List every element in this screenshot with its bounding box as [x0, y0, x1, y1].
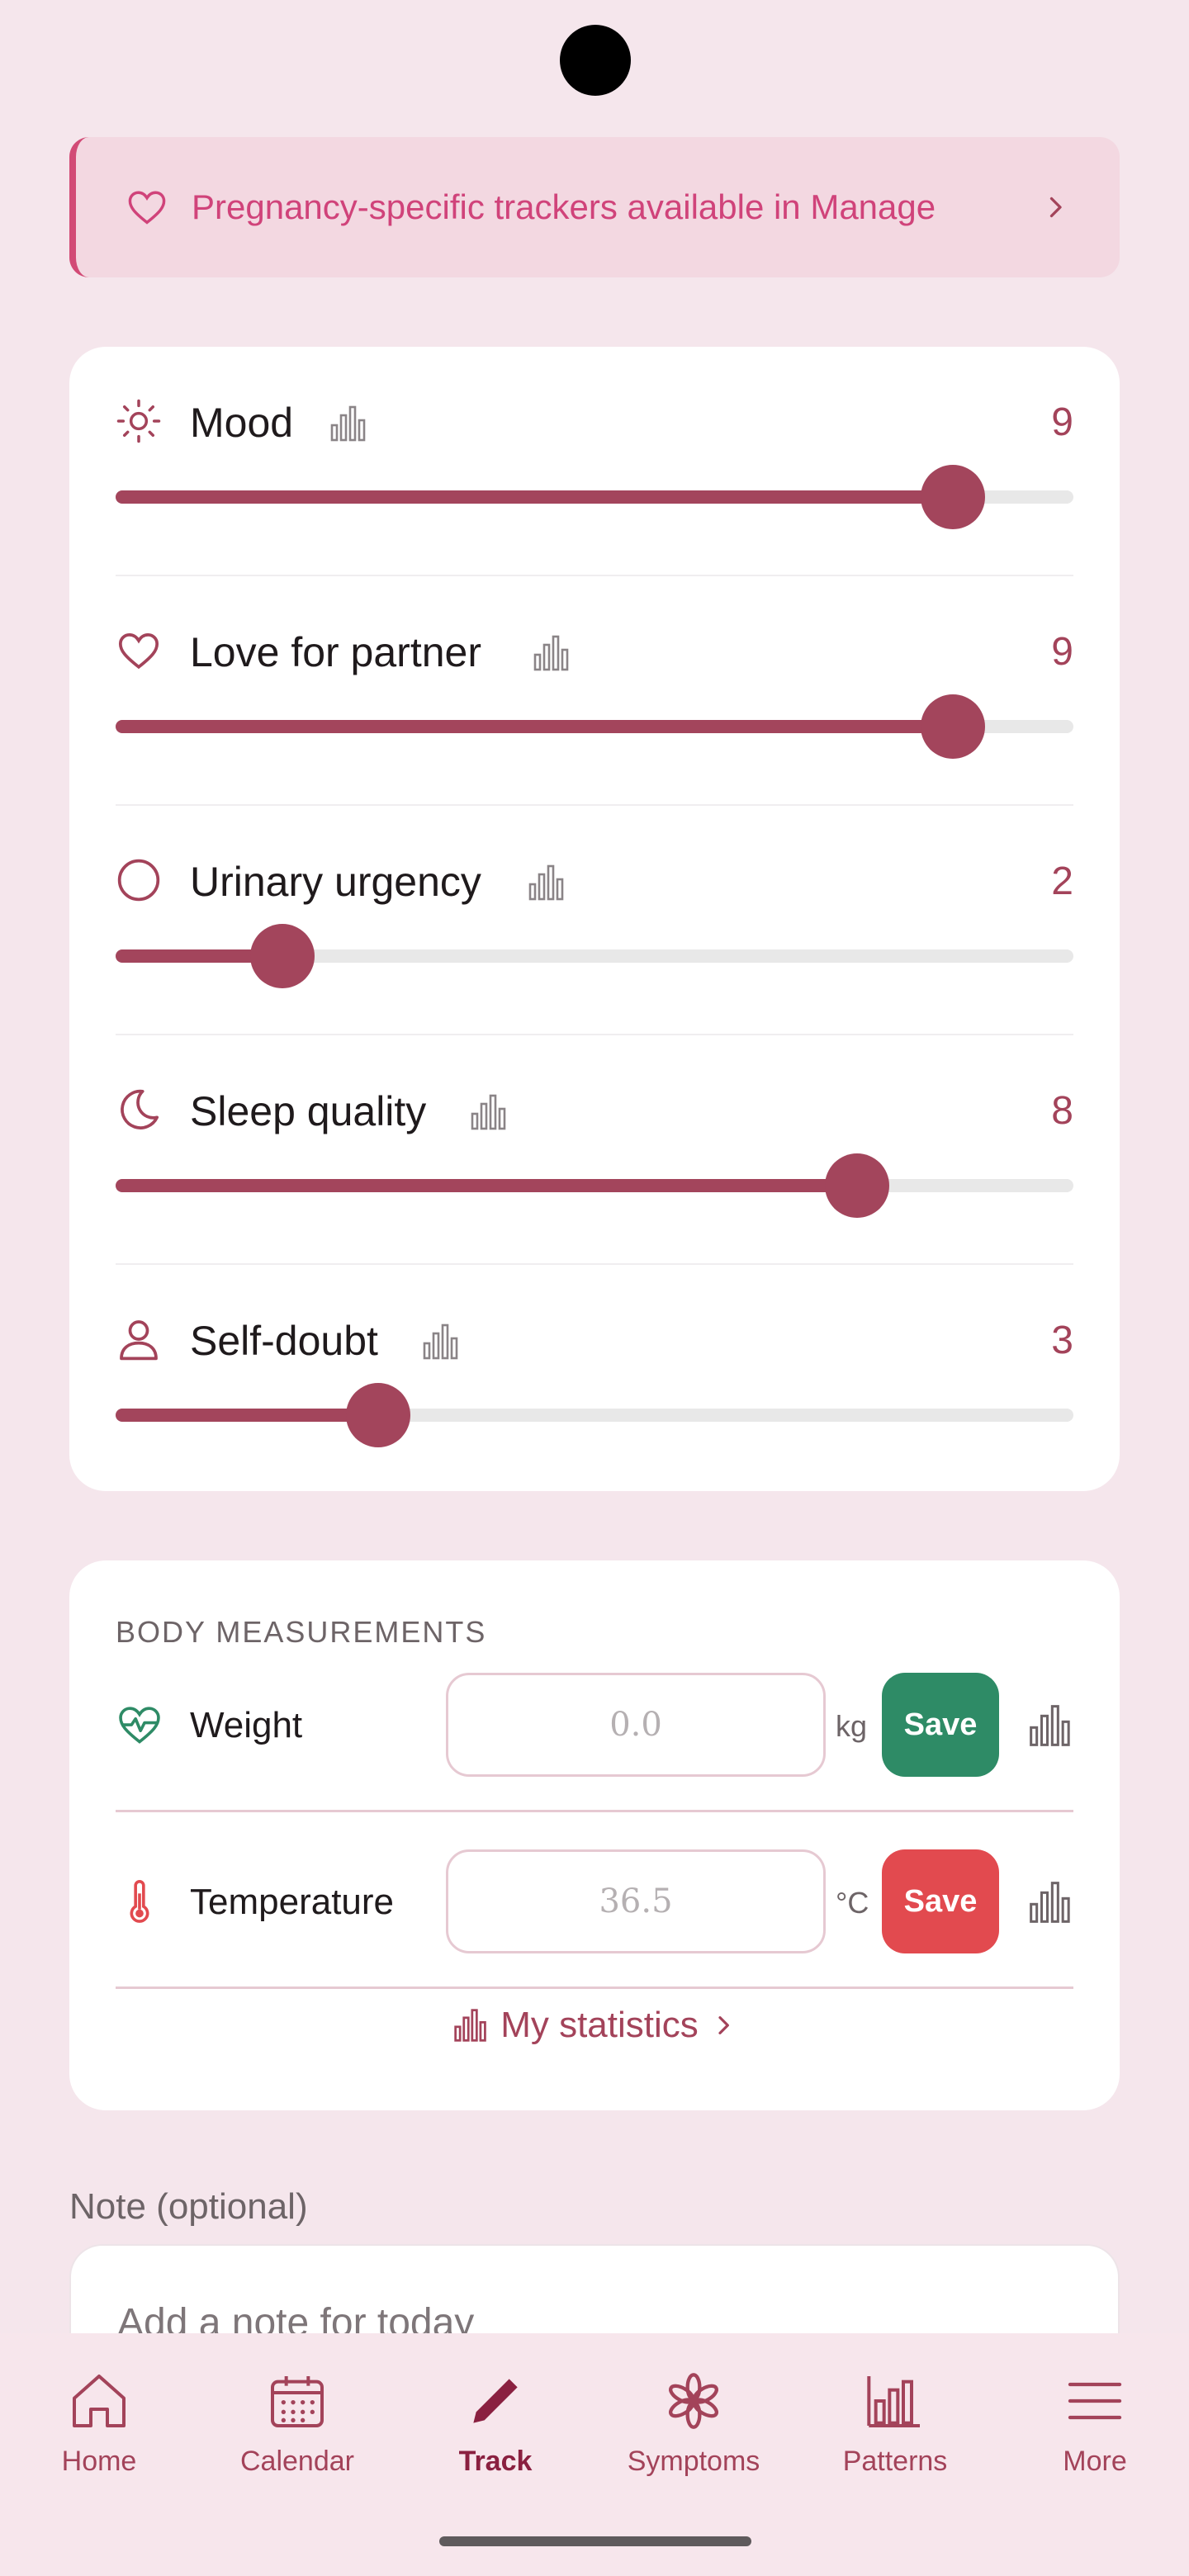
sun-icon	[116, 399, 161, 443]
tracker-name: Urinary urgency	[190, 859, 481, 905]
nav-home[interactable]: Home	[0, 2368, 198, 2478]
heart-icon	[118, 632, 159, 670]
temperature-row: Temperature 36.5 °C Save	[116, 1849, 1073, 1957]
circle-icon	[117, 859, 160, 902]
temperature-unit: °C	[836, 1886, 869, 1920]
slider-thumb[interactable]	[346, 1383, 410, 1447]
bar-chart-icon[interactable]	[421, 1321, 461, 1362]
chevron-right-icon	[718, 2016, 729, 2034]
slider-thumb[interactable]	[825, 1153, 889, 1218]
divider	[116, 1986, 1073, 1989]
slider-fill	[116, 490, 953, 504]
calendar-icon	[271, 2376, 324, 2427]
slider-fill	[116, 720, 953, 733]
my-statistics-link[interactable]: My statistics	[69, 2005, 1120, 2046]
nav-symptoms[interactable]: Symptoms	[594, 2368, 793, 2478]
my-statistics-label: My statistics	[500, 2005, 699, 2045]
nav-label: Calendar	[240, 2446, 354, 2477]
save-temperature-button[interactable]: Save	[882, 1849, 999, 1953]
moon-icon	[121, 1089, 159, 1129]
menu-icon	[1068, 2382, 1122, 2420]
home-indicator[interactable]	[439, 2536, 751, 2546]
banner-text: Pregnancy-specific trackers available in…	[192, 187, 936, 226]
bar-chart-icon[interactable]	[1027, 1701, 1073, 1750]
tracker-name: Mood	[190, 400, 294, 446]
weight-unit: kg	[836, 1709, 868, 1743]
camera-cutout	[560, 25, 631, 96]
nav-patterns[interactable]: Patterns	[796, 2368, 994, 2478]
nav-more[interactable]: More	[996, 2368, 1189, 2478]
bar-chart-icon[interactable]	[532, 632, 571, 674]
sleep-quality-slider[interactable]	[116, 1153, 1073, 1218]
trackers-card: Mood 9 Love for partner 9 Urinary urgenc…	[69, 347, 1120, 1491]
thermometer-icon	[130, 1880, 149, 1923]
tracker-urinary-urgency: Urinary urgency 2	[116, 806, 1073, 1035]
tracker-name: Self-doubt	[190, 1318, 378, 1364]
temperature-input[interactable]: 36.5	[446, 1849, 826, 1953]
tracker-name: Sleep quality	[190, 1088, 427, 1134]
tracker-value: 9	[1051, 400, 1073, 444]
chevron-right-icon	[1049, 197, 1062, 218]
tracker-sleep-quality: Sleep quality 8	[116, 1035, 1073, 1265]
mood-slider[interactable]	[116, 465, 1073, 529]
tracker-value: 8	[1051, 1089, 1073, 1133]
tracker-value: 9	[1051, 630, 1073, 674]
nav-label: Track	[458, 2446, 533, 2477]
weight-row: Weight 0.0 kg Save	[116, 1673, 1073, 1780]
pencil-icon	[473, 2379, 518, 2423]
heart-pulse-icon	[119, 1707, 160, 1744]
tracker-value: 3	[1051, 1319, 1073, 1362]
tracker-self-doubt: Self-doubt 3	[116, 1265, 1073, 1494]
heart-icon	[128, 191, 166, 225]
nav-label: Symptoms	[627, 2446, 760, 2477]
urinary-urgency-slider[interactable]	[116, 924, 1073, 988]
slider-thumb[interactable]	[921, 465, 985, 529]
tracker-name: Love for partner	[190, 629, 481, 675]
nav-calendar[interactable]: Calendar	[198, 2368, 396, 2478]
weight-input[interactable]: 0.0	[446, 1673, 826, 1777]
pregnancy-trackers-banner[interactable]: Pregnancy-specific trackers available in…	[69, 137, 1120, 277]
bar-chart-icon	[867, 2376, 920, 2427]
section-title: BODY MEASUREMENTS	[116, 1615, 487, 1649]
weight-label: Weight	[190, 1705, 303, 1745]
asterisk-icon	[669, 2373, 718, 2429]
self-doubt-slider[interactable]	[116, 1383, 1073, 1447]
slider-thumb[interactable]	[921, 694, 985, 759]
tracker-value: 2	[1051, 859, 1073, 903]
nav-label: Patterns	[842, 2446, 948, 2477]
bar-chart-icon[interactable]	[469, 1091, 509, 1133]
bar-chart-icon[interactable]	[1027, 1878, 1073, 1927]
home-icon	[73, 2375, 126, 2427]
slider-fill	[116, 1179, 857, 1192]
save-weight-button[interactable]: Save	[882, 1673, 999, 1777]
body-measurements-card: BODY MEASUREMENTS Weight 0.0 kg Save Tem…	[69, 1560, 1120, 2110]
nav-label: Home	[61, 2446, 137, 2477]
slider-thumb[interactable]	[250, 924, 315, 988]
bar-chart-icon[interactable]	[527, 862, 566, 903]
nav-label: More	[1063, 2446, 1127, 2477]
nav-track[interactable]: Track	[396, 2368, 594, 2478]
temperature-label: Temperature	[190, 1882, 395, 1922]
love-for-partner-slider[interactable]	[116, 694, 1073, 759]
person-icon	[120, 1320, 158, 1361]
bar-chart-icon	[454, 2009, 486, 2042]
bar-chart-icon[interactable]	[329, 403, 368, 444]
tracker-love-for-partner: Love for partner 9	[116, 576, 1073, 806]
divider	[116, 1810, 1073, 1812]
slider-fill	[116, 1409, 378, 1422]
tracker-mood: Mood 9	[116, 347, 1073, 576]
note-label: Note (optional)	[69, 2186, 308, 2227]
